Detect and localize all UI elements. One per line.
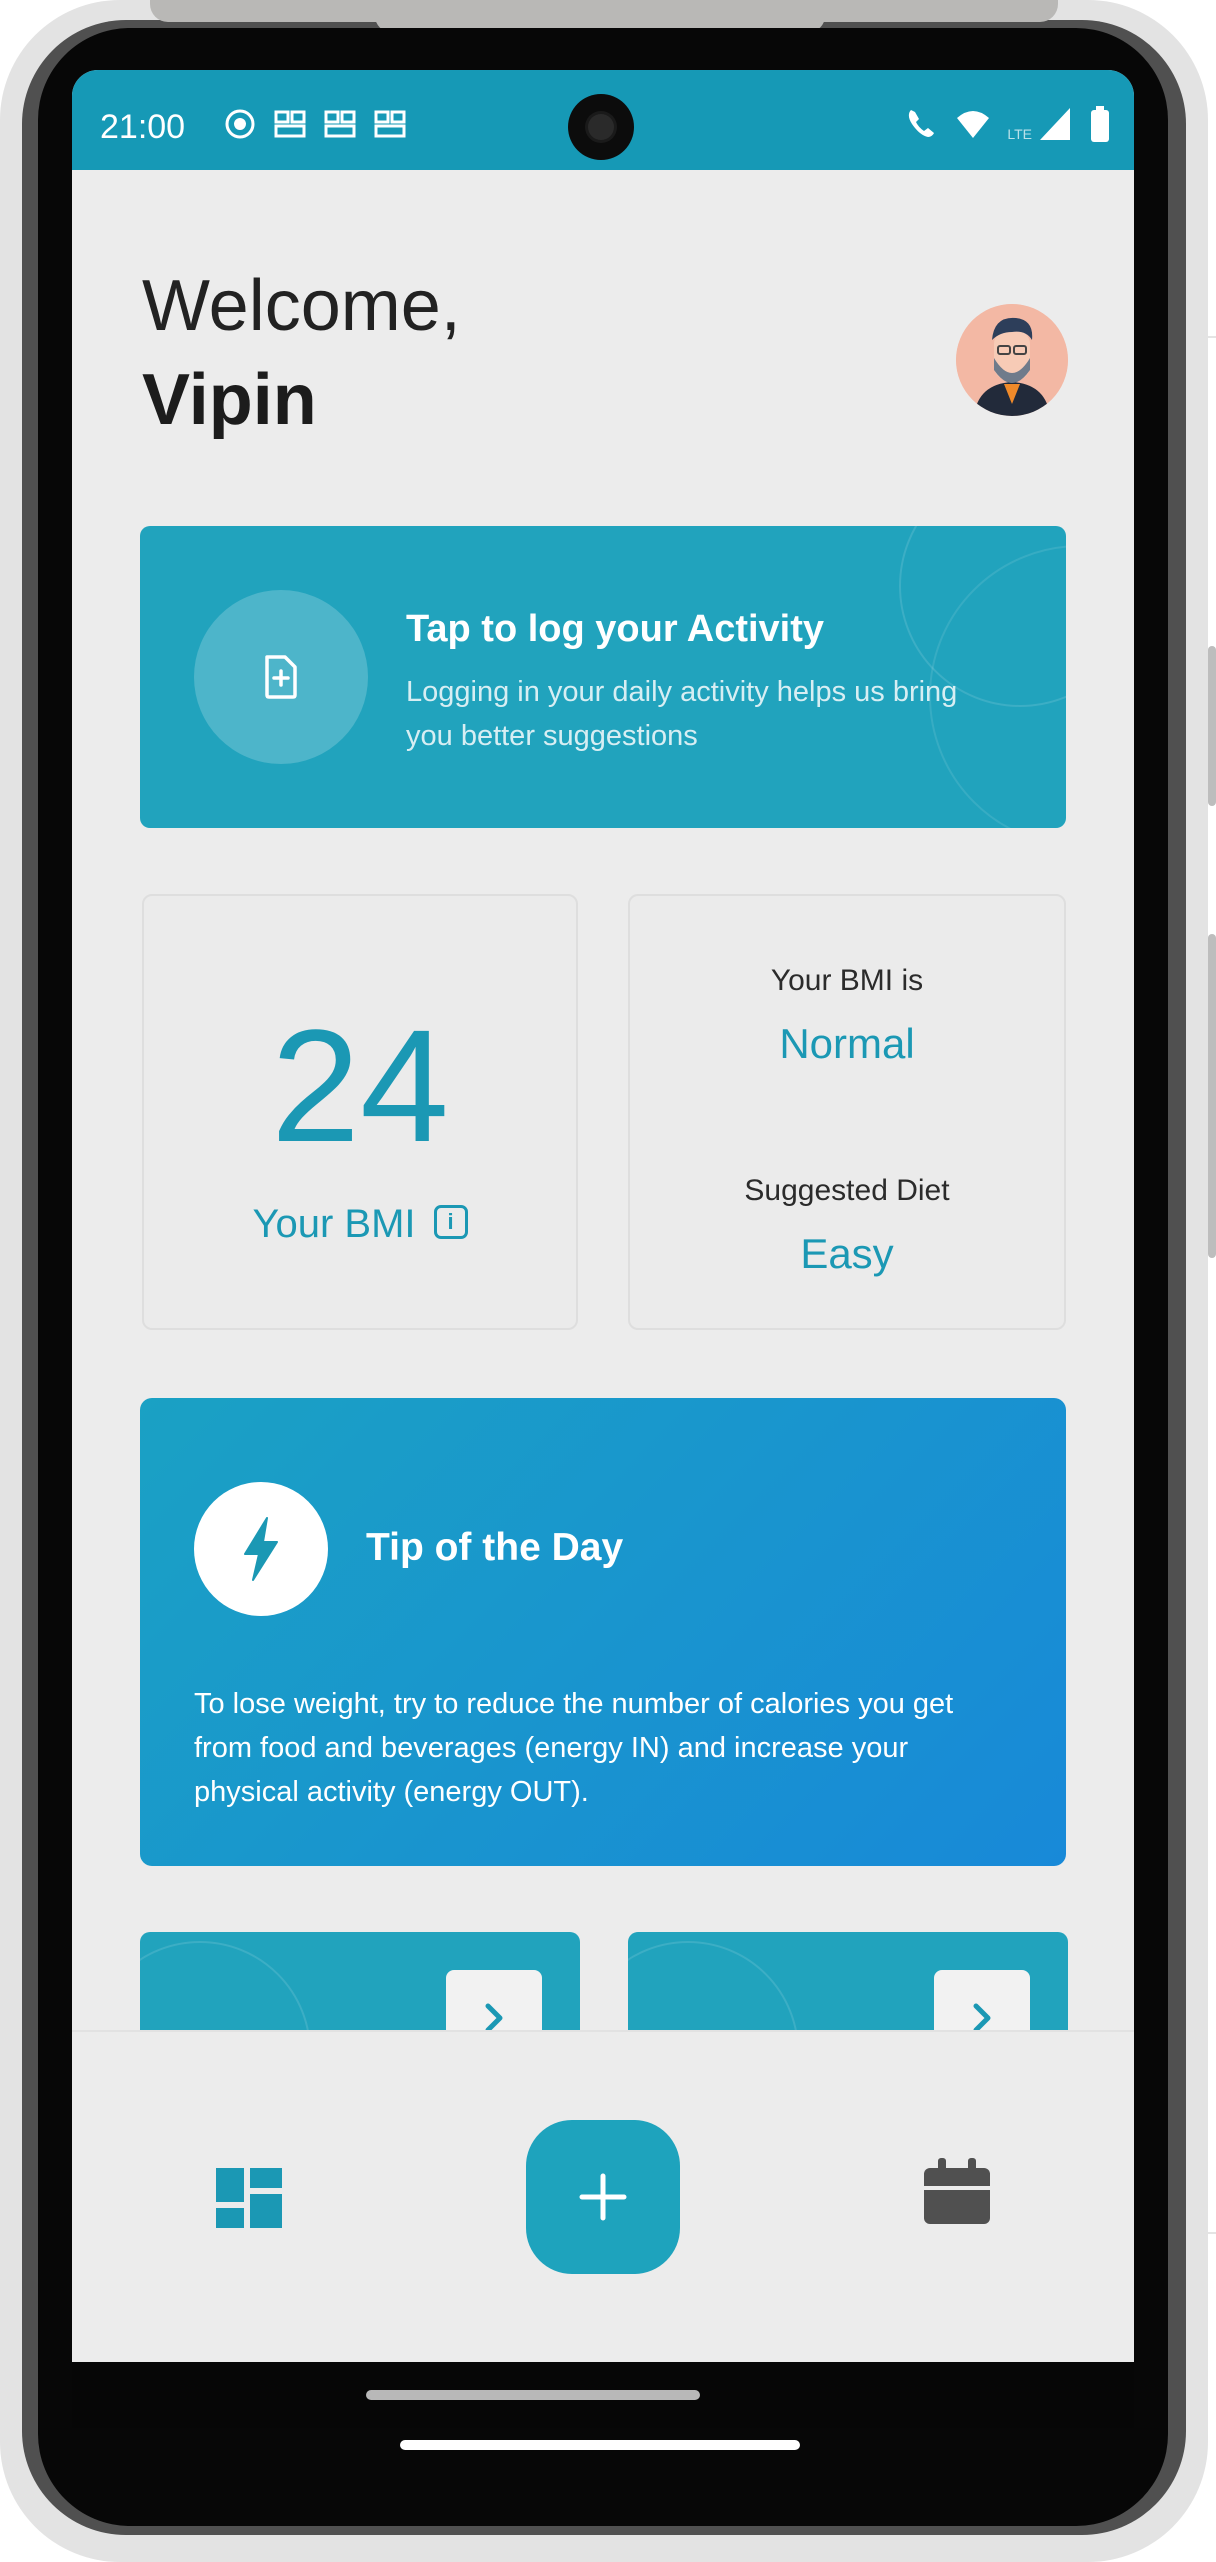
status-bar: 21:00 LTE: [72, 70, 1134, 170]
lte-signal-icon: [1040, 108, 1070, 140]
tip-title: Tip of the Day: [366, 1526, 624, 1569]
status-left-icons: [222, 106, 408, 142]
welcome-greeting: Welcome,: [142, 266, 461, 346]
bmi-status-caption: Your BMI is: [770, 964, 924, 997]
bmi-value-card[interactable]: 24 Your BMI i: [142, 894, 578, 1330]
lightning-icon: [244, 1517, 278, 1581]
add-file-icon: [265, 655, 297, 699]
bmi-value: 24: [271, 996, 449, 1175]
bmi-label: Your BMI: [252, 1202, 416, 1246]
add-icon: [579, 2173, 627, 2221]
activity-title: Tap to log your Activity: [406, 608, 825, 650]
avatar[interactable]: [956, 304, 1068, 416]
battery-icon: [1091, 106, 1109, 142]
status-right-icons: LTE: [903, 106, 1110, 142]
activity-description: Logging in your daily activity helps us …: [406, 676, 958, 752]
dashboard-icon[interactable]: [216, 2168, 282, 2228]
log-activity-card[interactable]: Tap to log your Activity Logging in your…: [140, 526, 1066, 828]
avatar-illustration: [956, 304, 1068, 416]
add-button[interactable]: [526, 2120, 680, 2274]
tip-icon-circle: [194, 1482, 328, 1616]
tip-text: To lose weight, try to reduce the number…: [194, 1688, 954, 1808]
phone-top-edge: [150, 0, 1058, 32]
power-button: [1208, 646, 1216, 806]
calendar-icon[interactable]: [924, 2158, 990, 2224]
activity-icon-circle: [194, 590, 368, 764]
user-name: Vipin: [142, 360, 317, 440]
bottom-navigation: [72, 2030, 1134, 2328]
info-icon[interactable]: i: [433, 1205, 468, 1240]
volume-button: [1208, 934, 1216, 1258]
notification-icon: [324, 110, 356, 138]
bmi-status-value: Normal: [779, 1020, 915, 1067]
notification-icon: [374, 110, 406, 138]
wifi-icon: [957, 111, 990, 138]
diet-value: Easy: [800, 1230, 894, 1277]
record-icon: [225, 109, 255, 139]
notification-icon: [274, 110, 306, 138]
lte-label: LTE: [1007, 126, 1032, 142]
diet-caption: Suggested Diet: [744, 1174, 950, 1207]
tip-of-the-day-card: Tip of the Day To lose weight, try to re…: [140, 1398, 1066, 1866]
wifi-calling-icon: [909, 110, 935, 137]
front-camera: [568, 94, 634, 160]
app-screen: 21:00 LTE Welcome, Vipin Tap to log your…: [72, 70, 1134, 2362]
bmi-status-card: Your BMI is Normal Suggested Diet Easy: [628, 894, 1066, 1330]
home-indicator[interactable]: [400, 2440, 800, 2450]
bmi-label-row: Your BMI i: [144, 1202, 576, 1247]
status-time: 21:00: [100, 108, 186, 146]
gesture-handle[interactable]: [366, 2390, 700, 2400]
